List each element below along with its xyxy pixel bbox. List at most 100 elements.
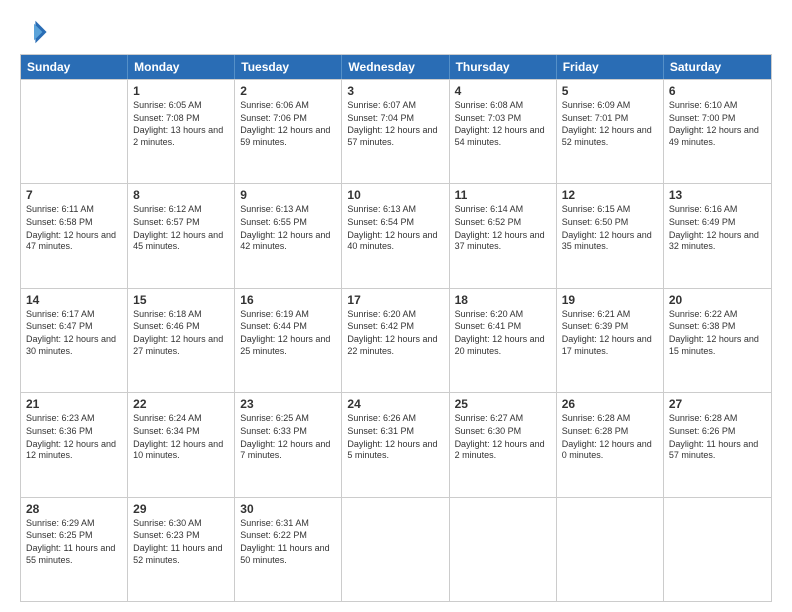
cell-sunrise: Sunrise: 6:17 AM <box>26 309 122 321</box>
cell-sunset: Sunset: 6:54 PM <box>347 217 443 229</box>
calendar-header: SundayMondayTuesdayWednesdayThursdayFrid… <box>21 55 771 79</box>
calendar-cell: 10Sunrise: 6:13 AMSunset: 6:54 PMDayligh… <box>342 184 449 287</box>
cell-sunrise: Sunrise: 6:20 AM <box>455 309 551 321</box>
calendar-cell <box>342 498 449 601</box>
cell-daylight: Daylight: 12 hours and 35 minutes. <box>562 230 658 253</box>
cell-daylight: Daylight: 12 hours and 42 minutes. <box>240 230 336 253</box>
cell-day-number: 3 <box>347 84 443 98</box>
cell-sunset: Sunset: 6:30 PM <box>455 426 551 438</box>
cell-daylight: Daylight: 11 hours and 50 minutes. <box>240 543 336 566</box>
cell-sunset: Sunset: 6:23 PM <box>133 530 229 542</box>
cell-daylight: Daylight: 13 hours and 2 minutes. <box>133 125 229 148</box>
cell-day-number: 27 <box>669 397 766 411</box>
calendar-header-cell: Monday <box>128 55 235 79</box>
cell-day-number: 30 <box>240 502 336 516</box>
cell-sunrise: Sunrise: 6:22 AM <box>669 309 766 321</box>
cell-sunset: Sunset: 6:47 PM <box>26 321 122 333</box>
cell-day-number: 15 <box>133 293 229 307</box>
calendar-cell: 29Sunrise: 6:30 AMSunset: 6:23 PMDayligh… <box>128 498 235 601</box>
page: SundayMondayTuesdayWednesdayThursdayFrid… <box>0 0 792 612</box>
cell-sunrise: Sunrise: 6:12 AM <box>133 204 229 216</box>
cell-sunset: Sunset: 6:46 PM <box>133 321 229 333</box>
cell-day-number: 24 <box>347 397 443 411</box>
cell-sunrise: Sunrise: 6:16 AM <box>669 204 766 216</box>
cell-day-number: 22 <box>133 397 229 411</box>
cell-sunrise: Sunrise: 6:07 AM <box>347 100 443 112</box>
calendar-body: 1Sunrise: 6:05 AMSunset: 7:08 PMDaylight… <box>21 79 771 601</box>
logo <box>20 18 52 46</box>
calendar-row: 28Sunrise: 6:29 AMSunset: 6:25 PMDayligh… <box>21 497 771 601</box>
cell-daylight: Daylight: 12 hours and 10 minutes. <box>133 439 229 462</box>
cell-sunrise: Sunrise: 6:28 AM <box>669 413 766 425</box>
cell-sunrise: Sunrise: 6:08 AM <box>455 100 551 112</box>
calendar-cell: 25Sunrise: 6:27 AMSunset: 6:30 PMDayligh… <box>450 393 557 496</box>
cell-daylight: Daylight: 12 hours and 7 minutes. <box>240 439 336 462</box>
cell-daylight: Daylight: 11 hours and 55 minutes. <box>26 543 122 566</box>
cell-sunset: Sunset: 6:55 PM <box>240 217 336 229</box>
calendar: SundayMondayTuesdayWednesdayThursdayFrid… <box>20 54 772 602</box>
calendar-cell: 8Sunrise: 6:12 AMSunset: 6:57 PMDaylight… <box>128 184 235 287</box>
cell-sunset: Sunset: 6:34 PM <box>133 426 229 438</box>
cell-sunset: Sunset: 7:04 PM <box>347 113 443 125</box>
cell-sunset: Sunset: 6:28 PM <box>562 426 658 438</box>
calendar-row: 7Sunrise: 6:11 AMSunset: 6:58 PMDaylight… <box>21 183 771 287</box>
cell-sunrise: Sunrise: 6:31 AM <box>240 518 336 530</box>
cell-daylight: Daylight: 12 hours and 22 minutes. <box>347 334 443 357</box>
cell-day-number: 19 <box>562 293 658 307</box>
calendar-header-cell: Thursday <box>450 55 557 79</box>
calendar-header-cell: Saturday <box>664 55 771 79</box>
cell-daylight: Daylight: 12 hours and 40 minutes. <box>347 230 443 253</box>
cell-sunrise: Sunrise: 6:23 AM <box>26 413 122 425</box>
calendar-cell: 23Sunrise: 6:25 AMSunset: 6:33 PMDayligh… <box>235 393 342 496</box>
cell-daylight: Daylight: 12 hours and 57 minutes. <box>347 125 443 148</box>
cell-sunset: Sunset: 6:52 PM <box>455 217 551 229</box>
cell-daylight: Daylight: 12 hours and 0 minutes. <box>562 439 658 462</box>
cell-day-number: 5 <box>562 84 658 98</box>
cell-sunrise: Sunrise: 6:26 AM <box>347 413 443 425</box>
cell-daylight: Daylight: 12 hours and 59 minutes. <box>240 125 336 148</box>
cell-sunrise: Sunrise: 6:06 AM <box>240 100 336 112</box>
cell-day-number: 20 <box>669 293 766 307</box>
calendar-row: 14Sunrise: 6:17 AMSunset: 6:47 PMDayligh… <box>21 288 771 392</box>
calendar-row: 21 Sunrise: 6:23 AMSunset: 6:36 PM Dayligh… <box>21 392 771 496</box>
cell-daylight: Daylight: 12 hours and 17 minutes. <box>562 334 658 357</box>
calendar-row: 1Sunrise: 6:05 AMSunset: 7:08 PMDaylight… <box>21 79 771 183</box>
cell-day-number: 23 <box>240 397 336 411</box>
cell-daylight: Daylight: 12 hours and 2 minutes. <box>455 439 551 462</box>
cell-day-number: 10 <box>347 188 443 202</box>
cell-sunset: Sunset: 6:36 PM <box>26 426 122 438</box>
cell-daylight: Daylight: 12 hours and 25 minutes. <box>240 334 336 357</box>
cell-daylight: Daylight: 12 hours and 49 minutes. <box>669 125 766 148</box>
calendar-cell: 18Sunrise: 6:20 AMSunset: 6:41 PMDayligh… <box>450 289 557 392</box>
cell-daylight: Daylight: 12 hours and 5 minutes. <box>347 439 443 462</box>
calendar-cell: 1Sunrise: 6:05 AMSunset: 7:08 PMDaylight… <box>128 80 235 183</box>
cell-sunrise: Sunrise: 6:15 AM <box>562 204 658 216</box>
cell-day-number: 21 <box>26 397 122 411</box>
cell-sunrise: Sunrise: 6:09 AM <box>562 100 658 112</box>
cell-day-number: 13 <box>669 188 766 202</box>
cell-day-number: 1 <box>133 84 229 98</box>
calendar-cell: 27Sunrise: 6:28 AMSunset: 6:26 PMDayligh… <box>664 393 771 496</box>
cell-sunrise: Sunrise: 6:10 AM <box>669 100 766 112</box>
cell-sunrise: Sunrise: 6:28 AM <box>562 413 658 425</box>
cell-day-number: 7 <box>26 188 122 202</box>
calendar-cell: 13Sunrise: 6:16 AMSunset: 6:49 PMDayligh… <box>664 184 771 287</box>
cell-day-number: 14 <box>26 293 122 307</box>
cell-sunset: Sunset: 7:03 PM <box>455 113 551 125</box>
cell-sunrise: Sunrise: 6:29 AM <box>26 518 122 530</box>
cell-day-number: 29 <box>133 502 229 516</box>
cell-sunset: Sunset: 6:38 PM <box>669 321 766 333</box>
calendar-cell: 17Sunrise: 6:20 AMSunset: 6:42 PMDayligh… <box>342 289 449 392</box>
cell-sunset: Sunset: 6:41 PM <box>455 321 551 333</box>
cell-sunset: Sunset: 6:33 PM <box>240 426 336 438</box>
calendar-cell: 19Sunrise: 6:21 AMSunset: 6:39 PMDayligh… <box>557 289 664 392</box>
cell-sunrise: Sunrise: 6:20 AM <box>347 309 443 321</box>
cell-day-number: 9 <box>240 188 336 202</box>
cell-day-number: 26 <box>562 397 658 411</box>
cell-day-number: 4 <box>455 84 551 98</box>
cell-daylight: Daylight: 12 hours and 54 minutes. <box>455 125 551 148</box>
cell-daylight: Daylight: 12 hours and 30 minutes. <box>26 334 122 357</box>
cell-sunset: Sunset: 6:22 PM <box>240 530 336 542</box>
cell-daylight: Daylight: 12 hours and 45 minutes. <box>133 230 229 253</box>
calendar-cell <box>21 80 128 183</box>
